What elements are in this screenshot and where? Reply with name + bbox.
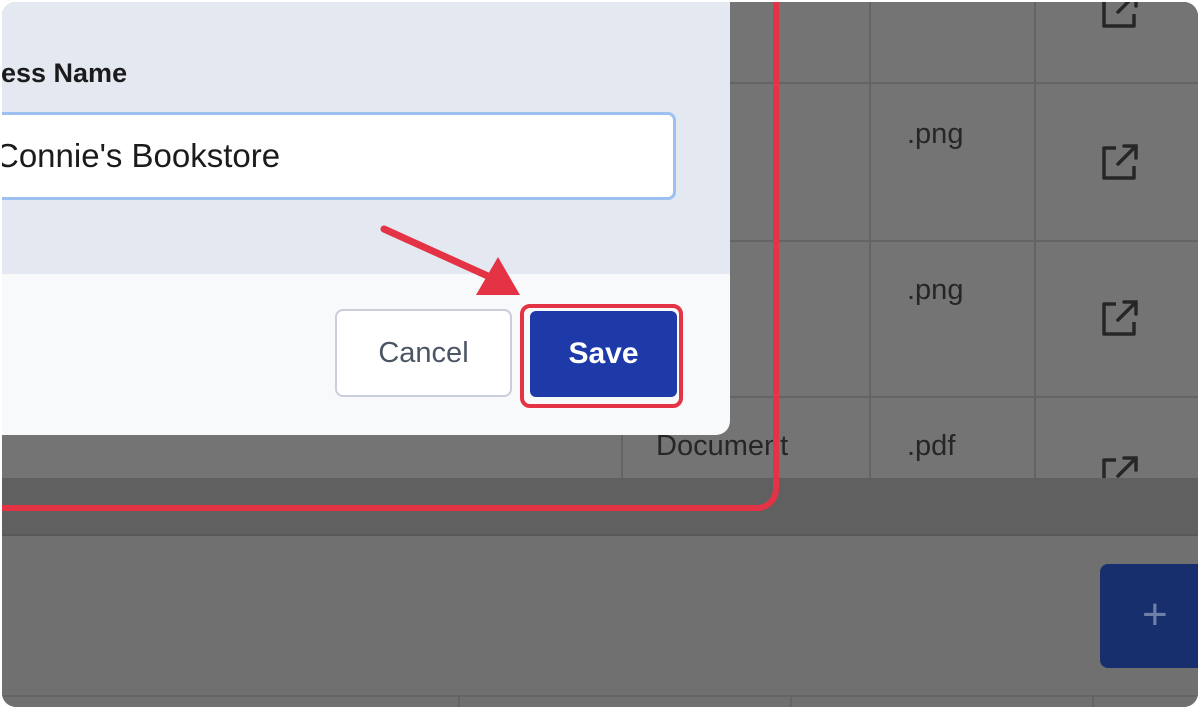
column-divider (1092, 695, 1094, 707)
external-link-icon[interactable] (1098, 2, 1142, 32)
table-cell-extension: .png (907, 274, 964, 306)
column-divider (1034, 2, 1036, 478)
plus-icon: + (1142, 590, 1168, 639)
external-link-icon[interactable] (1098, 140, 1142, 184)
pointer-arrow-icon (380, 225, 520, 295)
add-button[interactable]: + (1100, 564, 1198, 668)
table-cell-extension: .png (907, 118, 964, 150)
external-link-icon[interactable] (1098, 296, 1142, 340)
table-cell-extension: .pdf (907, 430, 956, 462)
page-footer (2, 536, 1198, 707)
column-divider (869, 2, 871, 478)
footer-divider (2, 695, 1198, 697)
app-window: e .png e .png Document .pdf + in (2, 2, 1198, 707)
column-divider (458, 695, 460, 707)
save-highlight-outline (520, 304, 683, 408)
column-divider (790, 695, 792, 707)
